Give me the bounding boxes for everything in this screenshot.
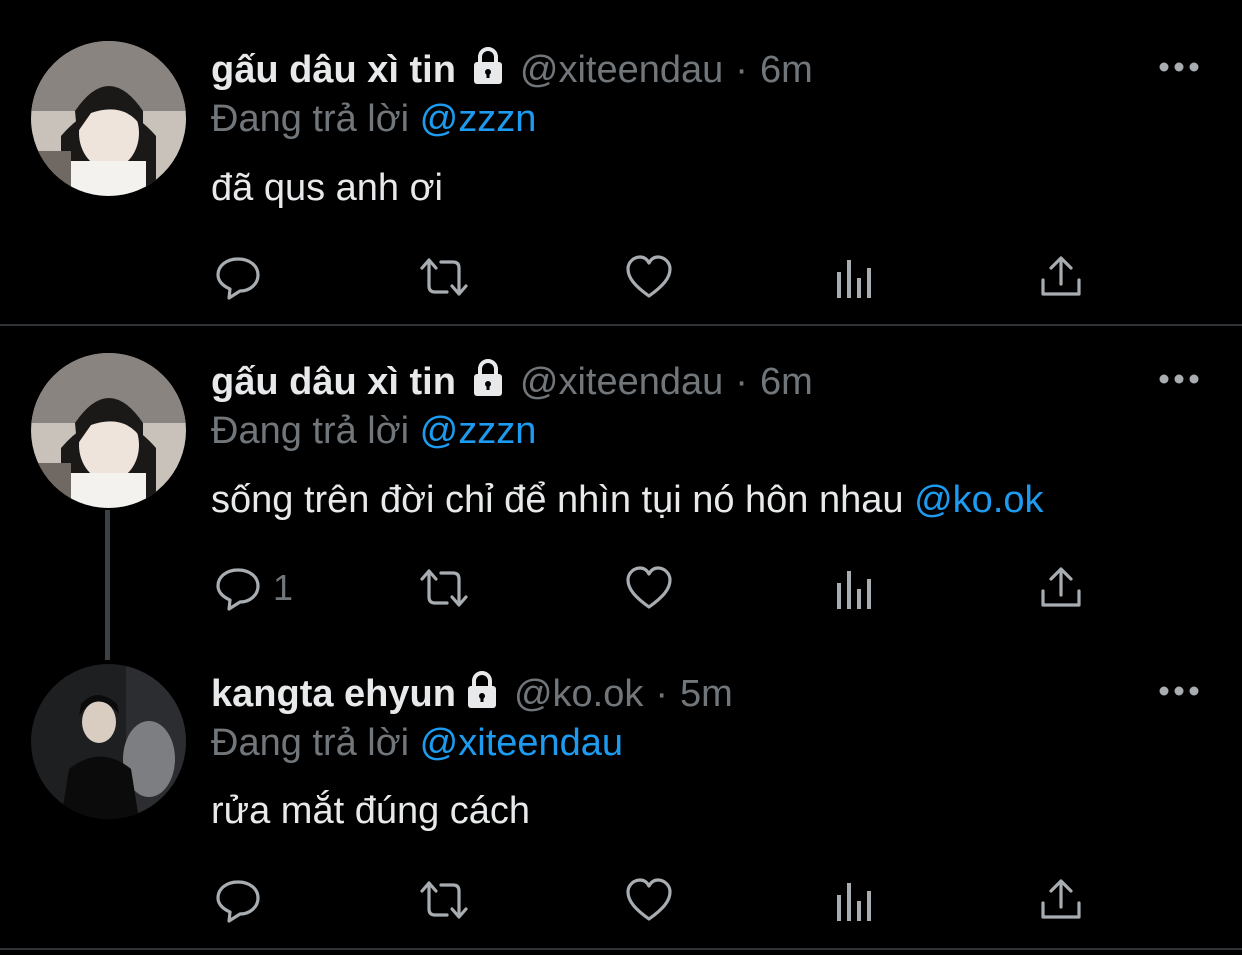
avatar[interactable]: [31, 664, 186, 819]
tweet[interactable]: kangta ehyun @ko.ok · 5m Đang trả lời @xite…: [0, 638, 1242, 948]
analytics-icon: [835, 565, 877, 611]
tweet-text: đã qus anh ơi: [211, 163, 443, 213]
share-icon: [1039, 877, 1083, 923]
action-bar: 1: [211, 563, 1111, 613]
replying-prefix: Đang trả lời: [211, 410, 410, 452]
tweet-header: gấu dâu xì tin @xiteendau · 6m: [211, 45, 813, 95]
like-icon: [625, 565, 673, 611]
share-icon: [1039, 565, 1083, 611]
retweet-icon: [417, 877, 471, 923]
replying-to: Đang trả lời @xiteendau: [211, 718, 623, 768]
replying-to-mention[interactable]: @zzzn: [420, 410, 537, 452]
reply-button[interactable]: [215, 875, 273, 925]
more-icon[interactable]: [1158, 372, 1200, 386]
reply-button[interactable]: 1: [215, 563, 293, 613]
reply-icon: [215, 877, 261, 923]
timestamp[interactable]: 6m: [760, 361, 813, 403]
avatar[interactable]: [31, 353, 186, 508]
display-name[interactable]: gấu dâu xì tin: [211, 361, 456, 403]
tweet[interactable]: gấu dâu xì tin @xiteendau · 6m Đang trả lời…: [0, 326, 1242, 660]
tweet-header: gấu dâu xì tin @xiteendau · 6m: [211, 357, 813, 407]
retweet-button[interactable]: [417, 563, 471, 613]
analytics-icon: [835, 877, 877, 923]
separator-dot: ·: [735, 49, 748, 91]
reply-count: 1: [273, 567, 294, 608]
retweet-button[interactable]: [417, 252, 471, 302]
timestamp[interactable]: 5m: [680, 673, 733, 715]
like-button[interactable]: [625, 563, 673, 613]
handle[interactable]: @xiteendau: [520, 49, 723, 91]
action-bar: [211, 252, 1111, 302]
handle[interactable]: @xiteendau: [520, 361, 723, 403]
analytics-button[interactable]: [835, 563, 877, 613]
reply-icon: [215, 565, 261, 611]
tweet-text-body: rửa mắt đúng cách: [211, 790, 531, 832]
lock-icon: [468, 357, 508, 410]
reply-button[interactable]: [215, 252, 273, 302]
lock-icon: [462, 669, 502, 722]
more-icon[interactable]: [1158, 684, 1200, 698]
more-icon[interactable]: [1158, 60, 1200, 74]
separator-dot: ·: [735, 361, 748, 403]
share-icon: [1039, 254, 1083, 300]
share-button[interactable]: [1039, 875, 1083, 925]
tweet-text: sống trên đời chỉ để nhìn tụi nó hôn nha…: [211, 475, 1044, 525]
tweet-header: kangta ehyun @ko.ok · 5m: [211, 669, 733, 719]
share-button[interactable]: [1039, 252, 1083, 302]
tweet-text: rửa mắt đúng cách: [211, 786, 530, 836]
replying-prefix: Đang trả lời: [211, 722, 410, 764]
share-button[interactable]: [1039, 563, 1083, 613]
tweet-text-body: đã qus anh ơi: [211, 167, 443, 209]
like-icon: [625, 254, 673, 300]
retweet-icon: [417, 565, 471, 611]
divider: [0, 948, 1242, 950]
analytics-icon: [835, 254, 877, 300]
timestamp[interactable]: 6m: [760, 49, 813, 91]
tweet-text-body: sống trên đời chỉ để nhìn tụi nó hôn nha…: [211, 479, 904, 521]
handle[interactable]: @ko.ok: [514, 673, 643, 715]
retweet-icon: [417, 254, 471, 300]
lock-icon: [468, 45, 508, 98]
like-icon: [625, 877, 673, 923]
action-bar: [211, 875, 1111, 925]
tweet[interactable]: gấu dâu xì tin @xiteendau · 6m Đang trả lời…: [0, 0, 1242, 325]
tweet-text-mention[interactable]: @ko.ok: [914, 479, 1043, 521]
display-name[interactable]: gấu dâu xì tin: [211, 49, 456, 91]
separator-dot: ·: [655, 673, 669, 715]
analytics-button[interactable]: [835, 875, 877, 925]
reply-icon: [215, 254, 261, 300]
like-button[interactable]: [625, 875, 673, 925]
replying-to-mention[interactable]: @zzzn: [420, 98, 537, 140]
avatar[interactable]: [31, 41, 186, 196]
replying-to: Đang trả lời @zzzn: [211, 406, 536, 456]
replying-prefix: Đang trả lời: [211, 98, 410, 140]
display-name[interactable]: kangta ehyun: [211, 673, 456, 715]
replying-to-mention[interactable]: @xiteendau: [420, 722, 623, 764]
analytics-button[interactable]: [835, 252, 877, 302]
like-button[interactable]: [625, 252, 673, 302]
retweet-button[interactable]: [417, 875, 471, 925]
replying-to: Đang trả lời @zzzn: [211, 94, 536, 144]
